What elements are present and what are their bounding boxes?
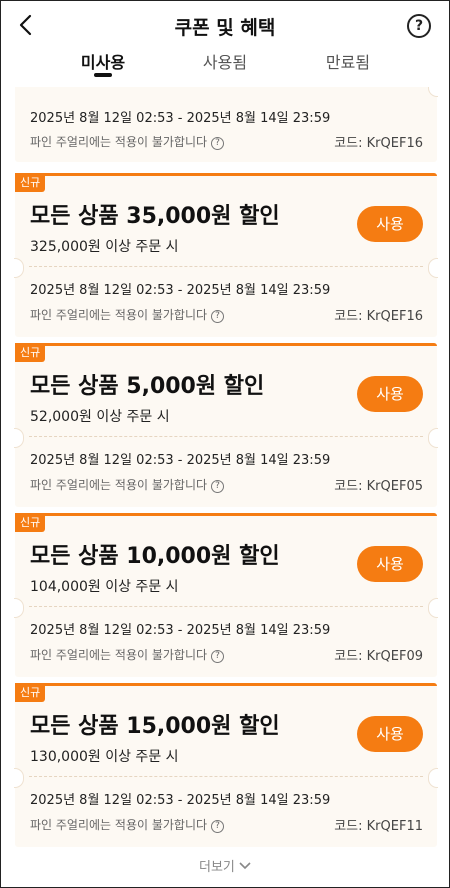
coupon-card: 신규 모든 상품 35,000원 할인 325,000원 이상 주문 시 사용 …: [14, 173, 438, 337]
coupon-code: 코드: KrQEF16: [334, 309, 423, 324]
coupon-period: 2025년 8월 12일 02:53 - 2025년 8월 14일 23:59: [30, 453, 331, 468]
coupon-card: 2025년 8월 12일 02:53 - 2025년 8월 14일 23:59 …: [15, 87, 438, 162]
info-icon[interactable]: ?: [211, 820, 225, 833]
app-frame: 쿠폰 및 혜택 ? 미사용 사용됨 만료됨 2025년 8월 12일 02:53…: [0, 0, 450, 888]
coupon-code: 코드: KrQEF11: [334, 819, 423, 834]
dashed-divider: [29, 776, 423, 777]
dashed-divider: [29, 436, 423, 437]
coupon-condition: 104,000원 이상 주문 시: [30, 579, 179, 595]
ticket-notch: [428, 598, 438, 618]
coupon-period: 2025년 8월 12일 02:53 - 2025년 8월 14일 23:59: [30, 111, 331, 126]
show-more-button[interactable]: 더보기: [1, 856, 449, 875]
coupon-card: 신규 모든 상품 15,000원 할인 130,000원 이상 주문 시 사용 …: [14, 683, 438, 847]
coupon-title: 모든 상품 10,000원 할인: [30, 544, 280, 569]
help-icon[interactable]: ?: [407, 14, 431, 38]
tab-expired[interactable]: 만료됨: [288, 49, 408, 73]
coupon-period: 2025년 8월 12일 02:53 - 2025년 8월 14일 23:59: [30, 283, 331, 298]
coupon-period: 2025년 8월 12일 02:53 - 2025년 8월 14일 23:59: [30, 793, 331, 808]
dashed-divider: [29, 266, 423, 267]
coupon-notice-text: 파인 주얼리에는 적용이 불가합니다: [30, 135, 208, 149]
coupon-notice: 파인 주얼리에는 적용이 불가합니다?: [30, 306, 225, 323]
ticket-notch: [14, 258, 24, 278]
coupon-title: 모든 상품 35,000원 할인: [30, 204, 280, 229]
chevron-down-icon: [239, 862, 251, 870]
use-coupon-button[interactable]: 사용: [357, 546, 423, 582]
coupon-condition: 130,000원 이상 주문 시: [30, 749, 179, 765]
info-icon[interactable]: ?: [211, 137, 225, 150]
ticket-notch: [14, 428, 24, 448]
info-icon[interactable]: ?: [211, 480, 225, 493]
new-badge: 신규: [15, 683, 46, 702]
show-more-label: 더보기: [198, 860, 235, 875]
new-badge: 신규: [15, 343, 46, 362]
coupon-title: 모든 상품 15,000원 할인: [30, 714, 280, 739]
header: 쿠폰 및 혜택 ?: [1, 1, 449, 49]
new-badge: 신규: [15, 513, 46, 532]
use-coupon-button[interactable]: 사용: [357, 716, 423, 752]
info-icon[interactable]: ?: [211, 310, 225, 323]
coupon-notice: 파인 주얼리에는 적용이 불가합니다?: [30, 476, 225, 493]
coupon-period: 2025년 8월 12일 02:53 - 2025년 8월 14일 23:59: [30, 623, 331, 638]
use-coupon-button[interactable]: 사용: [357, 376, 423, 412]
page-title: 쿠폰 및 혜택: [174, 17, 276, 39]
tab-indicator: [94, 73, 112, 77]
tab-used[interactable]: 사용됨: [165, 49, 285, 73]
coupon-notice: 파인 주얼리에는 적용이 불가합니다?: [30, 816, 225, 833]
coupon-notice-text: 파인 주얼리에는 적용이 불가합니다: [30, 478, 208, 492]
coupon-card: 신규 모든 상품 5,000원 할인 52,000원 이상 주문 시 사용 20…: [14, 343, 438, 507]
use-coupon-button[interactable]: 사용: [357, 206, 423, 242]
coupon-notice-text: 파인 주얼리에는 적용이 불가합니다: [30, 648, 208, 662]
ticket-notch: [428, 768, 438, 788]
new-badge: 신규: [15, 173, 46, 192]
coupon-notice: 파인 주얼리에는 적용이 불가합니다?: [30, 133, 225, 150]
coupon-code: 코드: KrQEF16: [334, 136, 423, 151]
coupon-condition: 52,000원 이상 주문 시: [30, 409, 170, 425]
coupon-notice-text: 파인 주얼리에는 적용이 불가합니다: [30, 308, 208, 322]
coupon-notice-text: 파인 주얼리에는 적용이 불가합니다: [30, 818, 208, 832]
ticket-notch: [428, 87, 438, 97]
ticket-notch: [14, 598, 24, 618]
tab-unused[interactable]: 미사용: [43, 49, 163, 73]
ticket-notch: [428, 258, 438, 278]
ticket-notch: [14, 768, 24, 788]
ticket-notch: [428, 428, 438, 448]
coupon-title: 모든 상품 5,000원 할인: [30, 374, 265, 399]
info-icon[interactable]: ?: [211, 650, 225, 663]
coupon-code: 코드: KrQEF05: [334, 479, 423, 494]
coupon-notice: 파인 주얼리에는 적용이 불가합니다?: [30, 646, 225, 663]
coupon-condition: 325,000원 이상 주문 시: [30, 239, 179, 255]
dashed-divider: [29, 606, 423, 607]
tab-bar: 미사용 사용됨 만료됨: [1, 49, 449, 83]
coupon-list[interactable]: 2025년 8월 12일 02:53 - 2025년 8월 14일 23:59 …: [1, 87, 449, 855]
coupon-card: 신규 모든 상품 10,000원 할인 104,000원 이상 주문 시 사용 …: [14, 513, 438, 677]
coupon-code: 코드: KrQEF09: [334, 649, 423, 664]
